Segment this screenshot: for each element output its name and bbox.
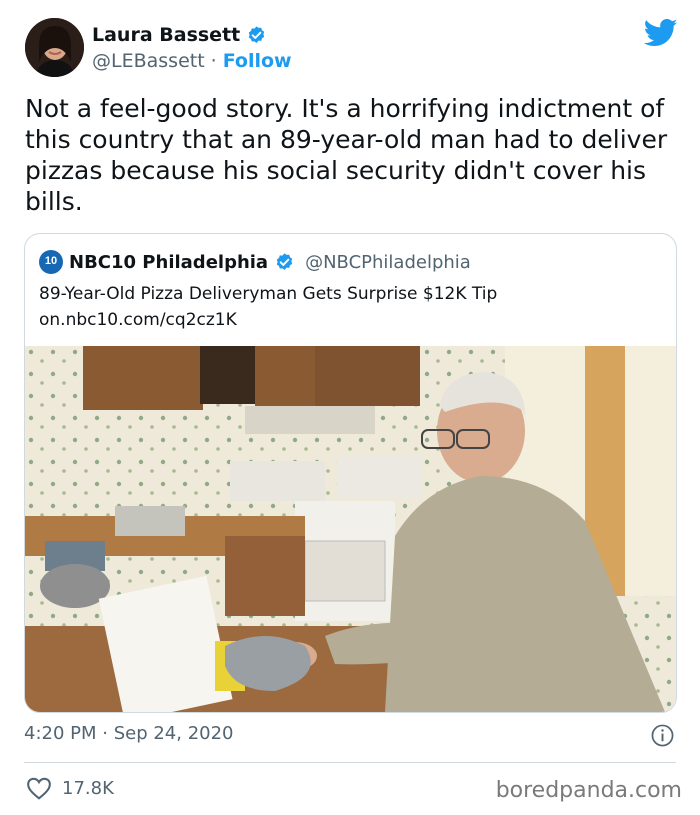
- timestamp[interactable]: 4:20 PM · Sep 24, 2020: [24, 723, 234, 744]
- quoted-link[interactable]: on.nbc10.com/cq2cz1K: [39, 310, 237, 330]
- verified-badge-icon: [276, 252, 293, 270]
- author-handle-row: @LEBassett · Follow: [92, 50, 292, 72]
- separator-dot: ·: [210, 50, 217, 72]
- like-count: 17.8K: [62, 777, 114, 799]
- tweet-text: Not a feel-good story. It's a horrifying…: [25, 94, 668, 216]
- author-name-row: Laura Bassett: [92, 22, 267, 48]
- like-row: 17.8K: [26, 776, 114, 800]
- nbc10-logo: 10: [39, 250, 63, 274]
- twitter-bird-icon[interactable]: [644, 18, 678, 48]
- author-name[interactable]: Laura Bassett: [92, 24, 240, 46]
- follow-button[interactable]: Follow: [223, 50, 292, 72]
- watermark: boredpanda.com: [495, 778, 682, 803]
- quoted-author-name[interactable]: NBC10 Philadelphia: [69, 252, 268, 273]
- quoted-author-handle[interactable]: @NBCPhiladelphia: [305, 252, 471, 273]
- divider: [24, 762, 676, 763]
- author-handle[interactable]: @LEBassett: [92, 50, 205, 72]
- info-icon[interactable]: [651, 724, 674, 747]
- avatar-photo: [25, 18, 84, 77]
- quoted-tweet-card[interactable]: 10 NBC10 Philadelphia @NBCPhiladelphia 8…: [24, 233, 677, 713]
- avatar[interactable]: [25, 18, 84, 77]
- quoted-headline: 89-Year-Old Pizza Deliveryman Gets Surpr…: [39, 284, 498, 304]
- heart-icon[interactable]: [26, 776, 52, 800]
- verified-badge-icon: [249, 25, 265, 43]
- kitchen-photo[interactable]: [25, 346, 676, 712]
- quoted-author-row: 10 NBC10 Philadelphia @NBCPhiladelphia: [39, 248, 471, 276]
